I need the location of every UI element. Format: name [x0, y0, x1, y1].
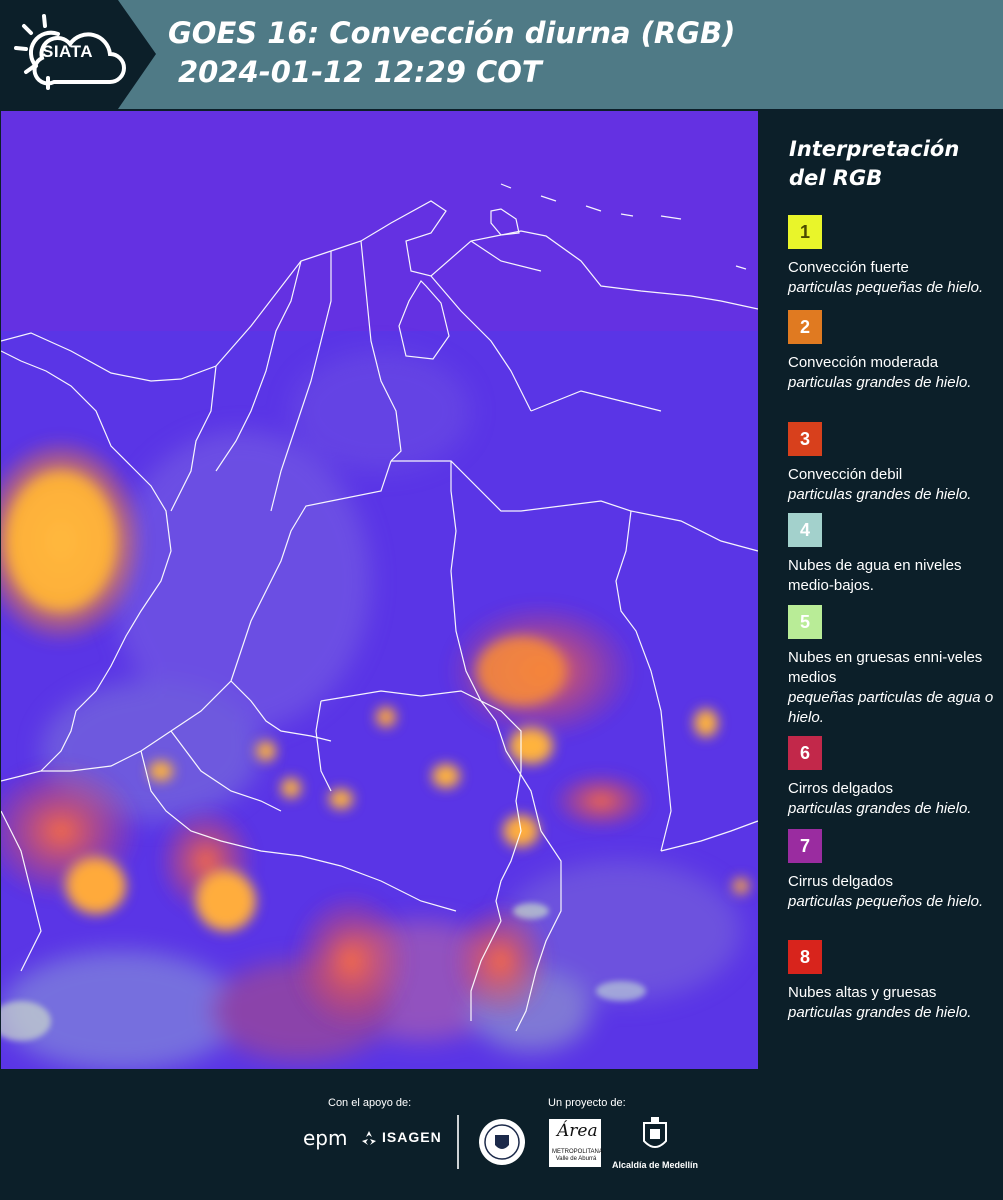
map-image [1, 111, 758, 1069]
area-logo-script: Área [557, 1121, 598, 1141]
project-label: Un proyecto de: [548, 1097, 626, 1109]
legend-item-name: Convección fuerte [788, 259, 909, 276]
legend-item-desc: particulas pequeñas de hielo. [788, 279, 984, 296]
legend-item-name: Convección moderada [788, 354, 939, 371]
legend-item-4: 4 Nubes de agua en niveles medio-bajos. [788, 513, 998, 596]
legend-item-name: Convección debil [788, 466, 903, 483]
legend-item-desc: particulas pequeños de hielo. [788, 893, 984, 910]
siata-logo-text: SIATA [42, 42, 93, 61]
footer: Con el apoyo de: Un proyecto de: epm ISA… [0, 1069, 1003, 1200]
legend-item-2: 2 Convección moderada particulas grandes… [788, 310, 998, 393]
legend-item-name: Nubes altas y gruesas [788, 984, 937, 1001]
support-label: Con el apoyo de: [328, 1097, 412, 1109]
legend-item-desc: particulas grandes de hielo. [788, 486, 972, 503]
isagen-logo-icon [362, 1131, 376, 1145]
legend-item-desc: particulas grandes de hielo. [788, 1004, 972, 1021]
isagen-logo: ISAGEN [382, 1129, 442, 1145]
epm-logo: epm [303, 1126, 348, 1150]
legend-swatch: 1 [788, 215, 822, 249]
legend-item-desc: particulas grandes de hielo. [788, 374, 972, 391]
page-timestamp: 2024-01-12 12:29 COT [178, 55, 542, 89]
satellite-map [1, 111, 758, 1069]
legend-item-desc: pequeñas particulas de agua o hielo. [788, 689, 994, 726]
legend-item-7: 7 Cirrus delgados particulas pequeños de… [788, 829, 998, 912]
legend-panel: Interpretación del RGB 1 Convección fuer… [765, 111, 1003, 1069]
legend-item-name: Cirrus delgados [788, 873, 894, 890]
legend-item-desc: particulas grandes de hielo. [788, 800, 972, 817]
legend-swatch: 7 [788, 829, 822, 863]
legend-item-name: Nubes de agua en niveles medio-bajos. [788, 557, 962, 594]
legend-swatch: 5 [788, 605, 822, 639]
legend-item-3: 3 Convección debil particulas grandes de… [788, 422, 998, 505]
alcaldia-medellin-text: Alcaldía de Medellín [612, 1160, 699, 1170]
legend-item-name: Cirros delgados [788, 780, 894, 797]
header: SIATA GOES 16: Convección diurna (RGB) 2… [0, 0, 1003, 109]
legend-item-1: 1 Convección fuerte particulas pequeñas … [788, 215, 998, 298]
legend-item-6: 6 Cirros delgados particulas grandes de … [788, 736, 998, 819]
medellin-shield-icon [643, 1117, 667, 1148]
page-title: GOES 16: Convección diurna (RGB) [168, 16, 736, 50]
legend-swatch: 2 [788, 310, 822, 344]
legend-item-5: 5 Nubes en gruesas enni-veles medios peq… [788, 605, 998, 728]
footer-divider [457, 1115, 459, 1169]
legend-swatch: 3 [788, 422, 822, 456]
legend-item-8: 8 Nubes altas y gruesas particulas grand… [788, 940, 998, 1023]
university-seal-icon [479, 1119, 525, 1165]
legend-swatch: 4 [788, 513, 822, 547]
legend-item-name: Nubes en gruesas enni-veles medios [788, 649, 983, 686]
legend-swatch: 8 [788, 940, 822, 974]
legend-title: Interpretación del RGB [789, 137, 960, 190]
legend-swatch: 6 [788, 736, 822, 770]
area-logo-subtitle: METROPOLITANA Valle de Aburrá [552, 1149, 603, 1162]
